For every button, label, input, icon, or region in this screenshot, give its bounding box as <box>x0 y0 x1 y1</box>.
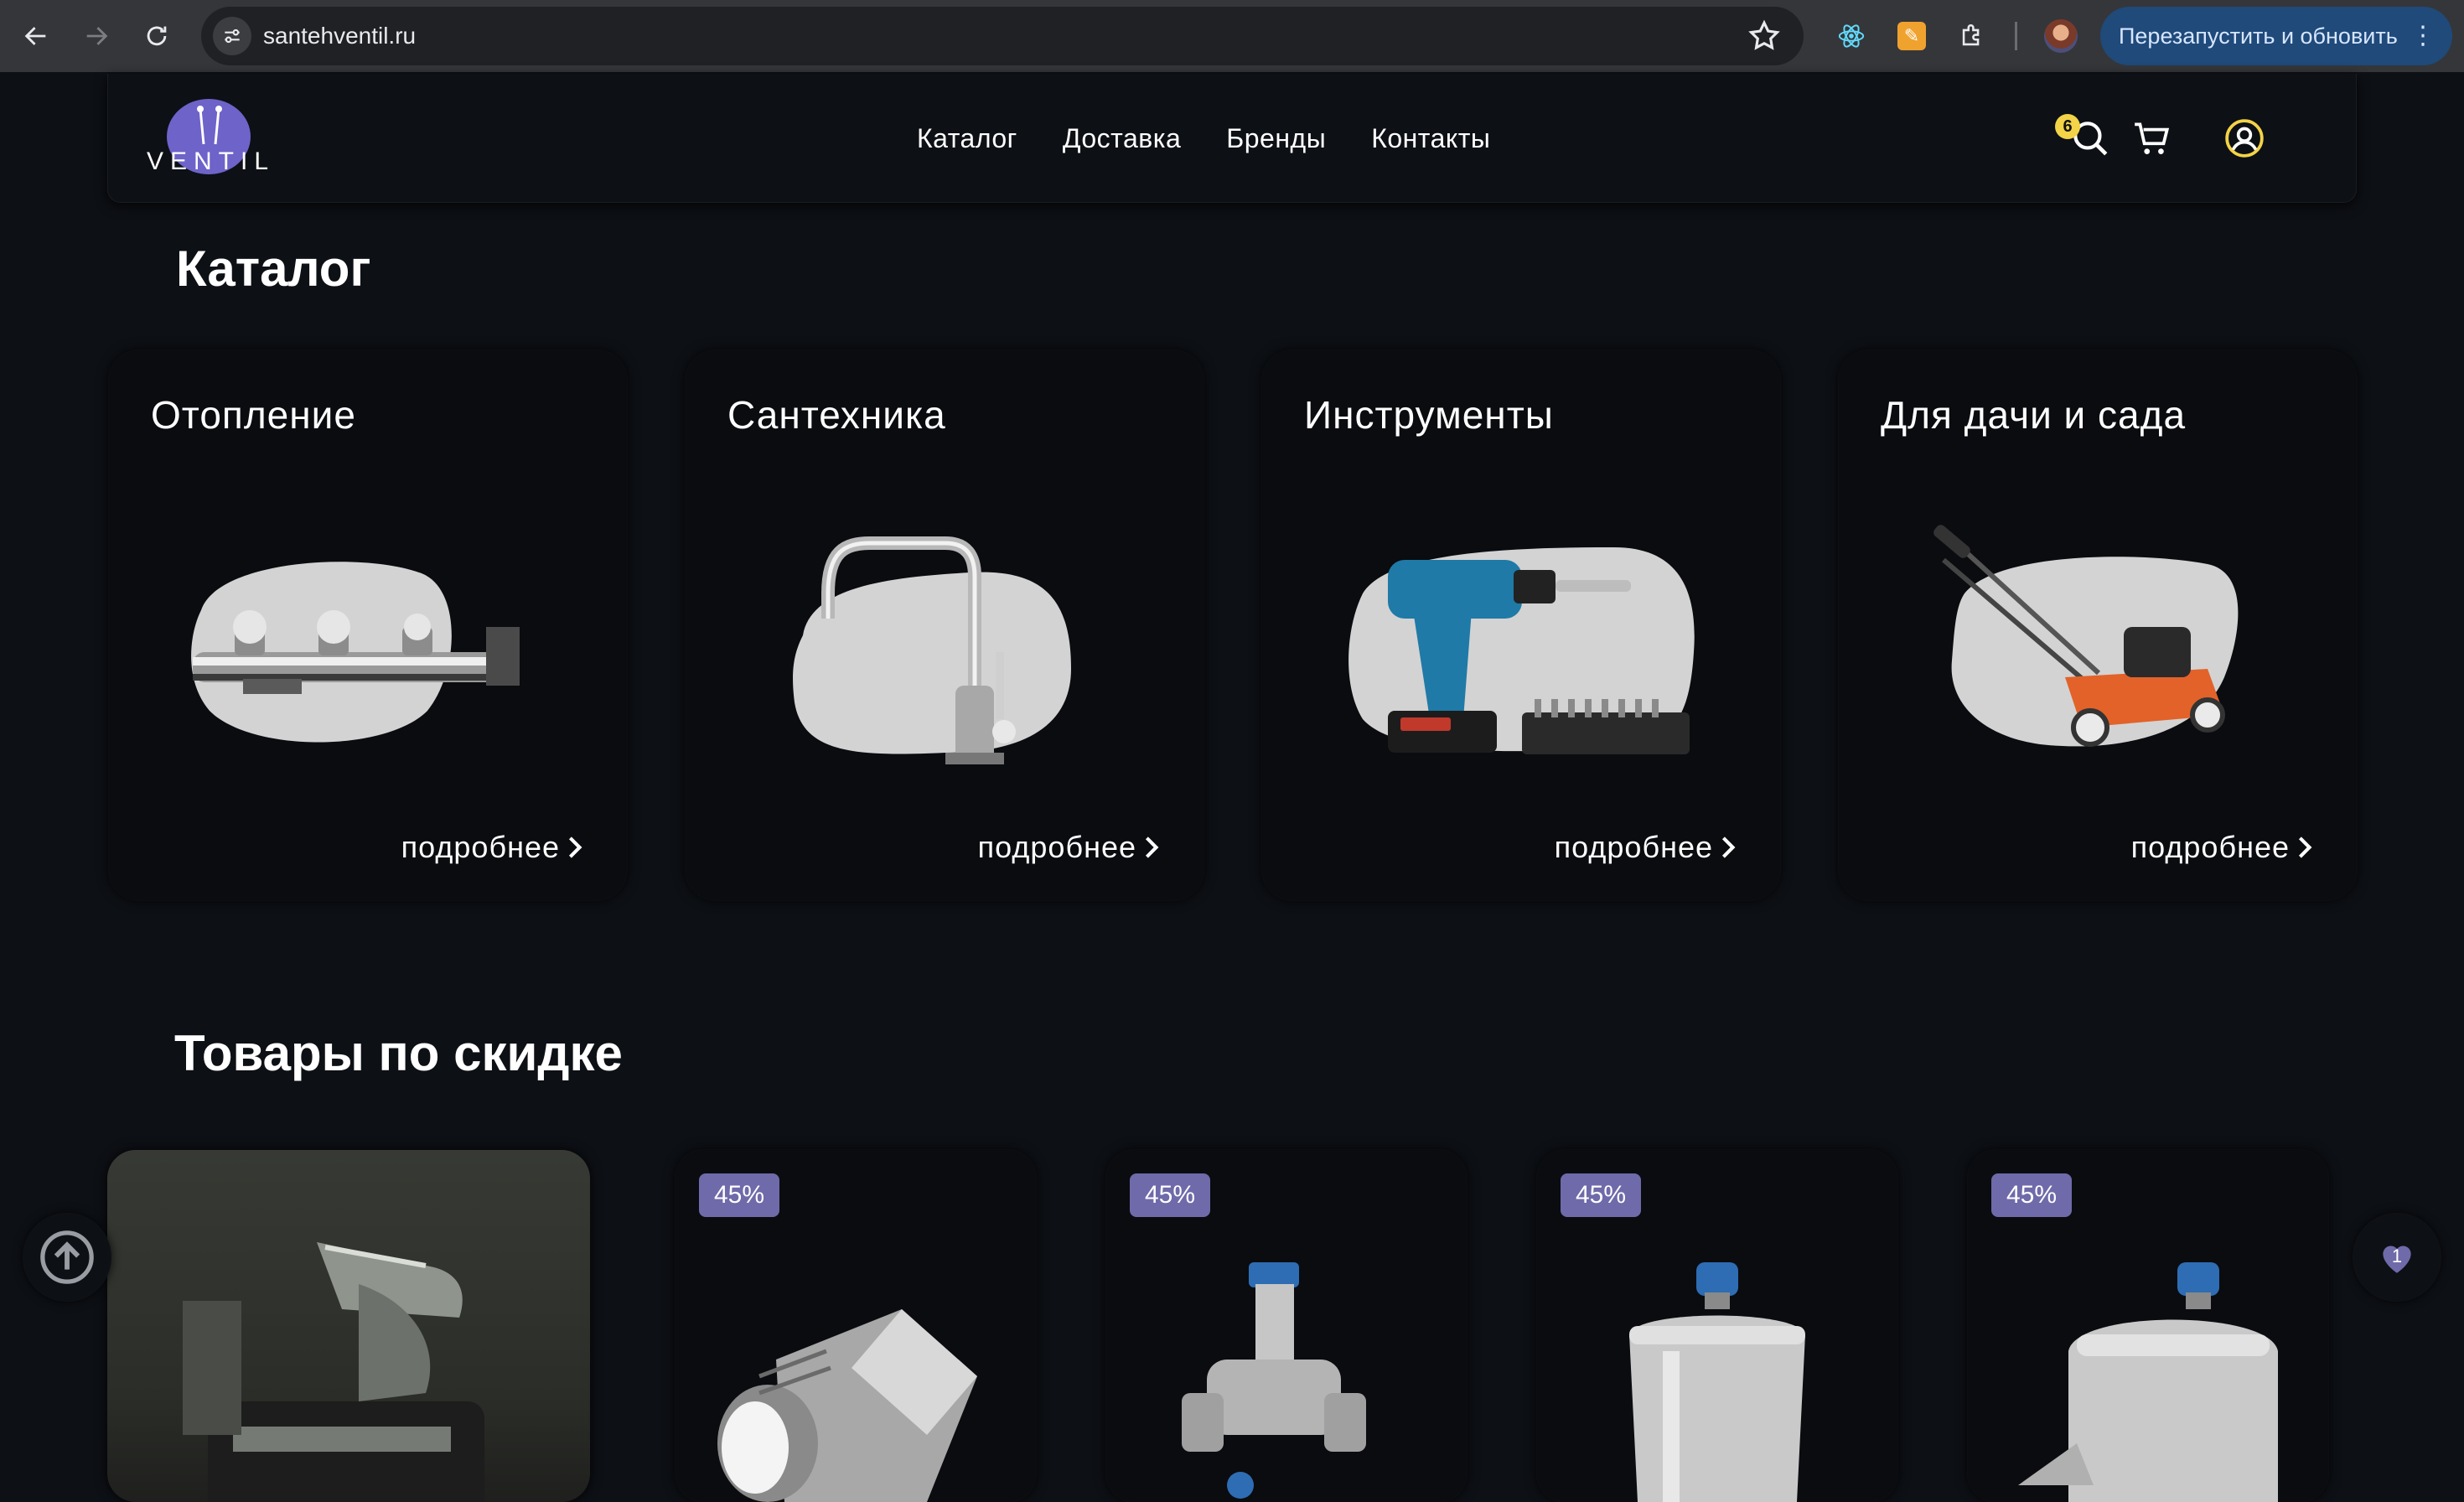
sale-banner-faucet-photo[interactable] <box>107 1150 590 1502</box>
extension-orange-icon[interactable]: ✎ <box>1892 17 1931 55</box>
bookmark-star-icon[interactable] <box>1747 18 1782 54</box>
more-label: подробнее <box>977 830 1136 864</box>
category-title: Отопление <box>151 393 356 437</box>
relaunch-label: Перезапустить и обновить <box>2119 23 2398 49</box>
chevron-right-icon <box>2298 836 2312 858</box>
logo-text: VENTIL <box>147 148 276 175</box>
cart-count-badge: 6 <box>2055 114 2080 139</box>
user-account-icon[interactable] <box>2223 117 2265 159</box>
category-title: Сантехника <box>727 393 946 437</box>
more-vert-icon[interactable]: ⋮ <box>2410 7 2436 65</box>
discount-badge: 45% <box>699 1173 779 1217</box>
cordless-drill-image <box>1348 547 1695 754</box>
heating-manifold-image <box>191 562 520 743</box>
faucet-image <box>793 536 1071 764</box>
discount-badge: 45% <box>1561 1173 1641 1217</box>
main-nav: Каталог Доставка Бренды Контакты <box>917 74 1490 203</box>
chevron-right-icon <box>568 836 582 858</box>
chevron-right-icon <box>1145 836 1159 858</box>
category-more-link[interactable]: подробнее <box>1555 830 1737 865</box>
reload-icon <box>147 26 167 46</box>
category-more-link[interactable]: подробнее <box>978 830 1160 865</box>
sale-product-card[interactable]: 45% <box>1106 1150 1467 1502</box>
lawn-mower-image <box>1933 525 2239 747</box>
faucet-photo-image <box>183 1242 484 1502</box>
more-label: подробнее <box>2130 830 2290 864</box>
nav-delivery[interactable]: Доставка <box>1063 123 1181 154</box>
sale-product-card[interactable]: 45% <box>1968 1150 2328 1502</box>
cart-icon[interactable] <box>2131 117 2173 159</box>
sale-heading: Товары по скидке <box>174 1025 623 1081</box>
extensions-puzzle-icon[interactable] <box>1953 17 1991 55</box>
category-more-link[interactable]: подробнее <box>2131 830 2313 865</box>
threaded-plug-image <box>717 1309 977 1502</box>
reload-button[interactable] <box>137 17 176 55</box>
air-vent-valve-image <box>2018 1262 2278 1502</box>
profile-avatar[interactable] <box>2042 17 2080 55</box>
catalog-heading: Каталог <box>176 241 371 297</box>
sale-product-card[interactable]: 45% <box>676 1150 1036 1502</box>
site-settings-icon[interactable] <box>213 17 251 55</box>
nav-contacts[interactable]: Контакты <box>1371 123 1490 154</box>
arrow-right-icon <box>86 27 108 45</box>
air-vent-valve-image <box>1629 1262 1805 1502</box>
category-card-tools[interactable]: Инструменты подробнее <box>1262 350 1780 900</box>
address-bar[interactable]: santehventil.ru <box>201 7 1804 65</box>
scroll-to-top-button[interactable] <box>23 1214 111 1301</box>
category-card-heating[interactable]: Отопление подробнее <box>109 350 627 900</box>
pressure-reducer-image <box>1182 1262 1366 1499</box>
arrow-up-circle-icon <box>40 1230 94 1284</box>
sale-product-card[interactable]: 45% <box>1537 1150 1897 1502</box>
back-button[interactable] <box>17 17 55 55</box>
wishlist-count: 1 <box>2391 1246 2403 1266</box>
url-text[interactable]: santehventil.ru <box>263 7 416 65</box>
discount-badge: 45% <box>1991 1173 2072 1217</box>
forward-button[interactable] <box>77 17 116 55</box>
category-card-garden[interactable]: Для дачи и сада подробнее <box>1839 350 2357 900</box>
arrow-left-icon <box>24 27 46 45</box>
category-card-plumbing[interactable]: Сантехника подробнее <box>686 350 1204 900</box>
wishlist-button[interactable]: 1 <box>2353 1214 2441 1301</box>
site-header: VENTIL Каталог Доставка Бренды Контакты <box>107 74 2357 203</box>
relaunch-update-button[interactable]: Перезапустить и обновить ⋮ <box>2100 7 2452 65</box>
category-title: Инструменты <box>1304 393 1554 437</box>
react-devtools-icon[interactable] <box>1832 17 1871 55</box>
discount-badge: 45% <box>1130 1173 1210 1217</box>
site-logo[interactable]: VENTIL <box>147 99 289 175</box>
logo-valve-icon <box>197 106 222 145</box>
category-title: Для дачи и сада <box>1881 393 2187 437</box>
category-more-link[interactable]: подробнее <box>401 830 583 865</box>
more-label: подробнее <box>1554 830 1713 864</box>
more-label: подробнее <box>401 830 560 864</box>
browser-toolbar: santehventil.ru ✎ Перезапустить и обнови… <box>0 0 2464 72</box>
toolbar-divider <box>2015 22 2017 50</box>
nav-brands[interactable]: Бренды <box>1226 123 1326 154</box>
chevron-right-icon <box>1721 836 1736 858</box>
nav-catalog[interactable]: Каталог <box>917 123 1017 154</box>
